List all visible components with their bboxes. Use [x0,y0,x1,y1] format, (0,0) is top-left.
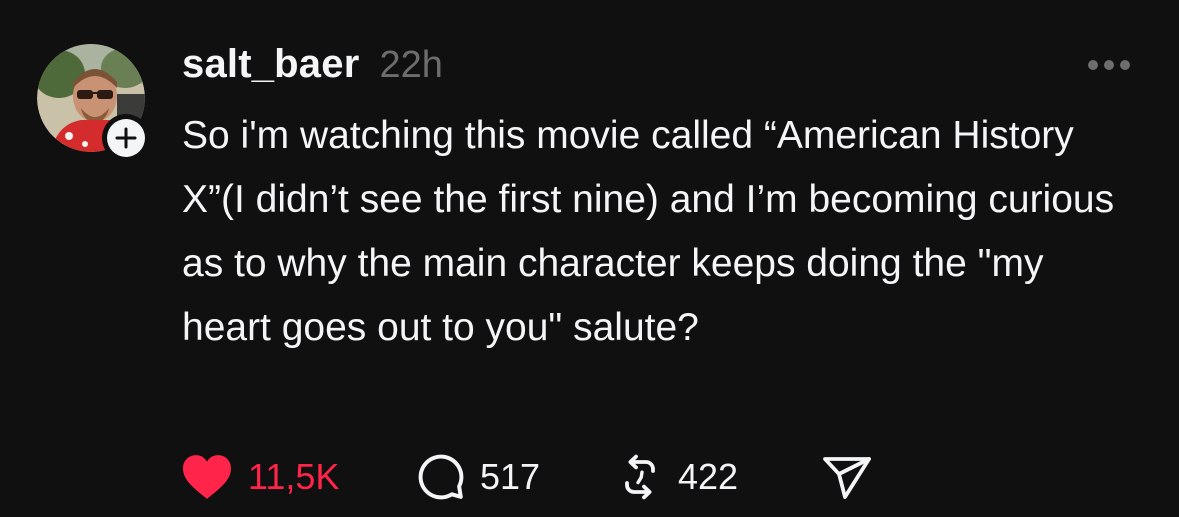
more-options-button[interactable] [1088,58,1134,72]
repost-button[interactable]: 422 [616,453,820,501]
ellipsis-icon [1104,60,1114,70]
username[interactable]: salt_baer [182,42,359,87]
post-header: salt_baer 22h [182,42,443,92]
paper-plane-icon [823,457,871,499]
repost-arrows-icon [625,454,655,500]
ellipsis-icon [1088,60,1098,70]
post-text: So i'm watching this movie called “Ameri… [182,114,1115,349]
ellipsis-icon [1120,60,1130,70]
follow-button[interactable] [102,114,150,162]
heart-icon [183,455,231,499]
repost-count: 422 [678,456,739,497]
share-button[interactable] [820,453,874,501]
like-button[interactable]: 11,5K [180,453,416,501]
reply-button[interactable]: 517 [416,452,616,502]
reply-count: 517 [480,456,541,497]
follow-circle [107,119,145,157]
plus-icon [115,127,137,149]
action-bar: 11,5K 517 422 [180,449,874,505]
thread-post: salt_baer 22h So i'm watching this movie… [0,0,1179,517]
like-count: 11,5K [248,456,340,497]
speech-bubble-icon [418,454,464,500]
timestamp: 22h [379,44,443,86]
